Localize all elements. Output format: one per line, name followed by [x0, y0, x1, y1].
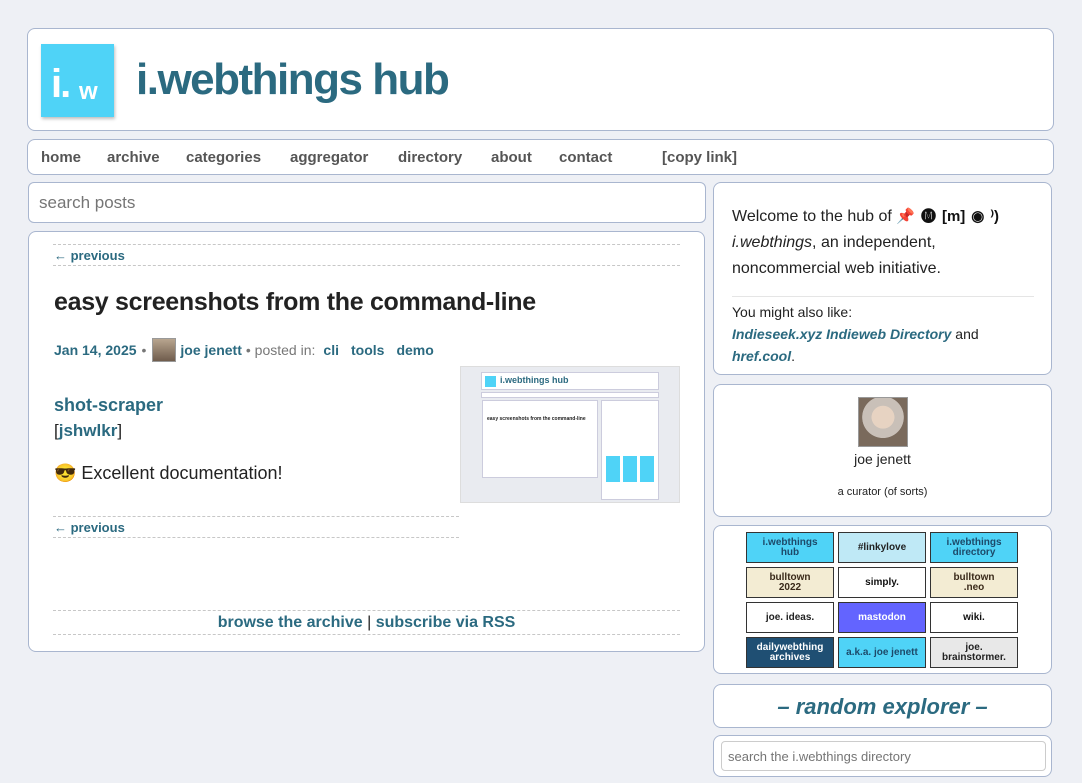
post-card: ← previous easy screenshots from the com… — [28, 231, 705, 652]
logo-main-text: i. — [51, 62, 71, 106]
curator-avatar[interactable] — [858, 397, 908, 447]
badge-button[interactable]: wiki. — [930, 602, 1018, 633]
post-meta: Jan 14, 2025 • joe jenett • posted in: c… — [54, 338, 434, 362]
repo-link[interactable]: jshwlkr — [59, 421, 118, 440]
nav-categories[interactable]: categories — [186, 149, 261, 166]
directory-search-box — [713, 735, 1052, 777]
meta-bullet: • — [141, 342, 147, 358]
post-author[interactable]: joe jenett — [180, 342, 241, 358]
archive-rss-links: browse the archive | subscribe via RSS — [29, 614, 704, 632]
divider — [53, 634, 680, 635]
nav-contact[interactable]: contact — [559, 149, 612, 166]
period: . — [791, 348, 796, 364]
nav-aggregator[interactable]: aggregator — [290, 149, 368, 166]
also-like-label: You might also like: — [732, 304, 853, 320]
thumb-post-title: easy screenshots from the command-line — [487, 416, 586, 422]
welcome-panel: Welcome to the hub of 📌 🅜 [m] ◉ ⁾) i.web… — [713, 182, 1052, 375]
tag-demo[interactable]: demo — [396, 342, 433, 358]
screenshot-thumbnail[interactable]: i.webthings hub easy screenshots from th… — [460, 366, 680, 503]
github-icon[interactable]: ◉ — [971, 204, 984, 230]
previous-link-top[interactable]: ← previous — [54, 248, 125, 263]
posted-in-label: • posted in: — [245, 342, 316, 358]
nav-archive[interactable]: archive — [107, 149, 160, 166]
nav-directory[interactable]: directory — [398, 149, 462, 166]
thumb-sidebar — [601, 400, 659, 500]
previous-link-bottom[interactable]: ← previous — [54, 520, 125, 535]
badge-button[interactable]: bulltown .neo — [930, 567, 1018, 598]
badge-button[interactable]: i.webthings directory — [930, 532, 1018, 563]
divider — [732, 296, 1034, 297]
matrix-icon[interactable]: [m] — [942, 204, 965, 230]
thumb-site-title: i.webthings hub — [500, 375, 569, 385]
repo-ref: [jshwlkr] — [54, 421, 122, 441]
divider — [53, 516, 459, 517]
mastodon-icon[interactable]: 🅜 — [921, 204, 936, 230]
site-title[interactable]: i.webthings hub — [136, 55, 450, 105]
search-posts-box — [28, 182, 706, 223]
indieseek-link[interactable]: Indieseek.xyz Indieweb Directory — [732, 326, 951, 342]
post-title[interactable]: easy screenshots from the command-line — [54, 288, 536, 317]
repo-bracket-close: ] — [117, 421, 123, 440]
href-cool-link[interactable]: href.cool — [732, 348, 791, 364]
shot-scraper-link[interactable]: shot-scraper — [54, 395, 163, 416]
author-avatar — [152, 338, 177, 362]
browse-archive-link[interactable]: browse the archive — [218, 614, 363, 631]
rss-icon[interactable]: ⁾) — [990, 204, 999, 230]
site-logo[interactable]: i. w — [41, 44, 114, 117]
badge-button[interactable]: joe. brainstormer. — [930, 637, 1018, 668]
divider — [53, 537, 459, 538]
badge-button[interactable]: a.k.a. joe jenett — [838, 637, 926, 668]
thumb-nav — [481, 392, 659, 398]
curator-role: a curator (of sorts) — [837, 486, 928, 498]
thumb-logo — [485, 376, 496, 387]
and-text: and — [951, 326, 979, 342]
divider — [53, 244, 680, 245]
thumb-main: easy screenshots from the command-line — [482, 400, 598, 478]
social-icons: 📌 🅜 [m] ◉ ⁾) — [896, 204, 999, 230]
curator-name[interactable]: joe jenett — [714, 451, 1051, 467]
badge-button[interactable]: i.webthings hub — [746, 532, 834, 563]
welcome-intro: Welcome to the hub of — [732, 208, 897, 226]
nav-about[interactable]: about — [491, 149, 532, 166]
divider — [53, 610, 680, 611]
divider — [53, 265, 680, 266]
also-like: You might also like: Indieseek.xyz Indie… — [732, 301, 1042, 367]
subscribe-rss-link[interactable]: subscribe via RSS — [376, 614, 516, 631]
badge-button[interactable]: dailywebthing archives — [746, 637, 834, 668]
post-description: 😎 Excellent documentation! — [54, 463, 283, 483]
link-separator: | — [362, 614, 376, 631]
badge-button[interactable]: simply. — [838, 567, 926, 598]
thumb-header: i.webthings hub — [481, 372, 659, 390]
tag-cli[interactable]: cli — [323, 342, 339, 358]
thumb-badges — [606, 456, 656, 482]
copy-link-button[interactable]: [copy link] — [662, 149, 737, 166]
directory-search-input[interactable] — [721, 741, 1046, 771]
site-header: i. w i.webthings hub — [27, 28, 1054, 131]
welcome-text: Welcome to the hub of 📌 🅜 [m] ◉ ⁾) i.web… — [732, 204, 1042, 282]
badges-panel: i.webthings hub #linkylove i.webthings dir… — [713, 525, 1052, 674]
search-posts-input[interactable] — [29, 183, 705, 222]
post-date[interactable]: Jan 14, 2025 — [54, 342, 137, 358]
logo-sub-text: w — [79, 78, 98, 105]
badge-button[interactable]: joe. ideas. — [746, 602, 834, 633]
random-explorer-box: – random explorer – — [713, 684, 1052, 728]
pin-icon[interactable]: 📌 — [896, 204, 915, 230]
badge-button[interactable]: mastodon — [838, 602, 926, 633]
random-explorer-link[interactable]: – random explorer – — [714, 694, 1051, 720]
main-nav: home archive categories aggregator direc… — [27, 139, 1054, 175]
curator-panel: joe jenett a curator (of sorts) — [713, 384, 1052, 517]
badge-button[interactable]: bulltown 2022 — [746, 567, 834, 598]
badge-button[interactable]: #linkylove — [838, 532, 926, 563]
tag-tools[interactable]: tools — [351, 342, 384, 358]
brand-name: i.webthings — [732, 234, 813, 252]
nav-home[interactable]: home — [41, 149, 81, 166]
